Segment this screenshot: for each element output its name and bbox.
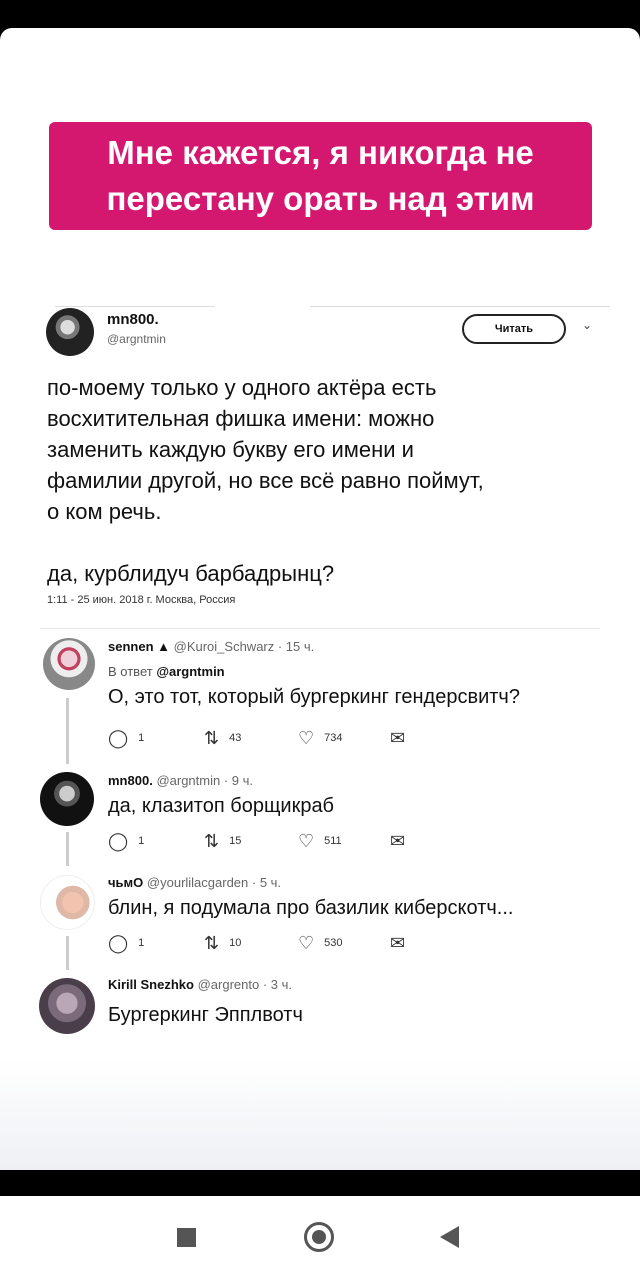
reply-author-name[interactable]: mn800. — [108, 773, 153, 788]
screenshot-fade — [0, 1060, 640, 1170]
dm-button[interactable]: ✉ — [390, 729, 405, 747]
retweet-count: 10 — [229, 937, 242, 949]
retweet-icon: ⇅ — [204, 831, 220, 851]
reply-header: чьмО @yourlilacgarden · 5 ч. — [108, 875, 281, 890]
retweet-count: 15 — [229, 835, 242, 847]
heart-icon: ♡ — [298, 831, 315, 851]
reply-header: Kirill Snezhko @argrento · 3 ч. — [108, 977, 292, 992]
reply-icon: ◯ — [108, 728, 129, 748]
follow-button[interactable]: Читать — [462, 314, 566, 344]
envelope-icon: ✉ — [390, 933, 406, 953]
envelope-icon: ✉ — [390, 728, 406, 748]
heart-icon: ♡ — [298, 728, 315, 748]
author-handle[interactable]: @argntmin — [107, 332, 166, 346]
like-button[interactable]: ♡ 734 — [298, 729, 343, 747]
retweet-button[interactable]: ⇅ 15 — [204, 832, 241, 850]
retweet-icon: ⇅ — [204, 933, 220, 953]
reply-author-name[interactable]: Kirill Snezhko — [108, 977, 194, 992]
reply-author-handle[interactable]: @argrento · 3 ч. — [198, 977, 292, 992]
retweet-icon: ⇅ — [204, 728, 220, 748]
retweet-count: 43 — [229, 732, 242, 744]
back-icon[interactable] — [440, 1226, 459, 1248]
reply-header: sennen ▲ @Kuroi_Schwarz · 15 ч. — [108, 639, 314, 654]
reply-to: В ответ @argntmin — [108, 664, 225, 679]
reply-to-handle[interactable]: @argntmin — [156, 664, 224, 679]
reply-button[interactable]: ◯ 1 — [108, 832, 144, 850]
divider — [40, 628, 600, 629]
tweet-text: по-моему только у одного актёра есть вос… — [47, 372, 607, 589]
caption-line-2: перестану орать над этим — [106, 180, 535, 217]
reply-author-name[interactable]: чьмО — [108, 875, 143, 890]
screenshot-edge — [310, 306, 610, 307]
screenshot-edge — [55, 306, 215, 307]
tweet-timestamp: 1:11 - 25 июн. 2018 г. Москва, Россия — [47, 594, 236, 606]
reply-count: 1 — [138, 937, 145, 949]
envelope-icon: ✉ — [390, 831, 406, 851]
avatar[interactable] — [40, 875, 95, 930]
tweet-line: восхитительная фишка имени: можно — [47, 406, 435, 431]
tweet-line: фамилии другой, но все всё равно поймут, — [47, 468, 484, 493]
caption-line-1: Мне кажется, я никогда не — [107, 134, 534, 171]
dm-button[interactable]: ✉ — [390, 832, 405, 850]
chevron-down-icon[interactable]: ⌄ — [582, 318, 596, 332]
reply-author-handle[interactable]: @yourlilacgarden · 5 ч. — [147, 875, 281, 890]
reply-icon: ◯ — [108, 933, 129, 953]
like-count: 734 — [324, 732, 343, 744]
tweet-line: о ком речь. — [47, 499, 162, 524]
avatar[interactable] — [46, 308, 94, 356]
caption-banner: Мне кажется, я никогда не перестану орат… — [49, 122, 592, 230]
reply-author-name[interactable]: sennen ▲ — [108, 639, 170, 654]
dm-button[interactable]: ✉ — [390, 934, 405, 952]
tweet-line: да, курблидуч барбадрынц? — [47, 561, 335, 586]
reply-text: О, это тот, который бургеркинг гендерсви… — [108, 686, 520, 708]
heart-icon: ♡ — [298, 933, 315, 953]
home-icon[interactable] — [304, 1222, 334, 1252]
reply-count: 1 — [138, 835, 145, 847]
thread-line — [66, 698, 69, 764]
tweet-line: по-моему только у одного актёра есть — [47, 375, 437, 400]
like-count: 511 — [324, 835, 342, 847]
author-name[interactable]: mn800. — [107, 311, 159, 328]
reply-text: Бургеркинг Эпплвотч — [108, 1004, 303, 1026]
retweet-button[interactable]: ⇅ 10 — [204, 934, 241, 952]
recent-apps-icon[interactable] — [177, 1228, 196, 1247]
reply-button[interactable]: ◯ 1 — [108, 934, 144, 952]
reply-author-handle[interactable]: @argntmin · 9 ч. — [156, 773, 253, 788]
like-count: 530 — [324, 937, 343, 949]
reply-to-prefix: В ответ — [108, 664, 153, 679]
avatar[interactable] — [43, 638, 95, 690]
avatar[interactable] — [39, 978, 95, 1034]
tweet-line: заменить каждую букву его имени и — [47, 437, 414, 462]
thread-line — [66, 936, 69, 970]
reply-text: да, клазитоп борщикраб — [108, 795, 335, 817]
status-bar — [0, 0, 640, 28]
like-button[interactable]: ♡ 530 — [298, 934, 343, 952]
reply-text: блин, я подумала про базилик киберскотч.… — [108, 897, 514, 919]
reply-author-handle[interactable]: @Kuroi_Schwarz · 15 ч. — [174, 639, 315, 654]
retweet-button[interactable]: ⇅ 43 — [204, 729, 241, 747]
reply-count: 1 — [138, 732, 145, 744]
avatar[interactable] — [40, 772, 94, 826]
like-button[interactable]: ♡ 511 — [298, 832, 342, 850]
reply-header: mn800. @argntmin · 9 ч. — [108, 773, 253, 788]
thread-line — [66, 832, 69, 866]
reply-button[interactable]: ◯ 1 — [108, 729, 144, 747]
reply-icon: ◯ — [108, 831, 129, 851]
